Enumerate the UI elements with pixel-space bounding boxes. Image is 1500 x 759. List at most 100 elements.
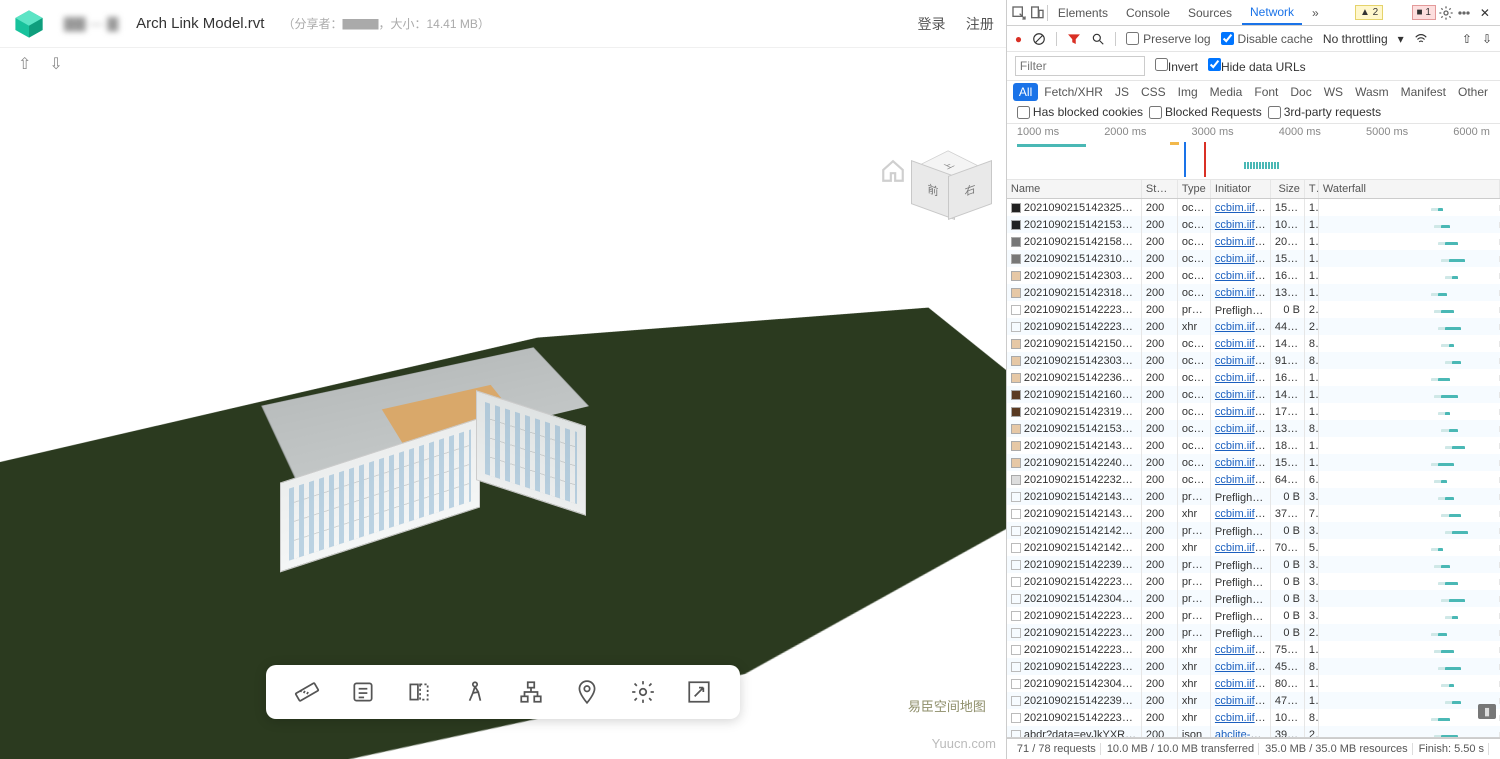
tab-sources[interactable]: Sources — [1180, 2, 1240, 24]
table-row[interactable]: 20210902151423034882_...200octet...ccbim… — [1007, 267, 1500, 284]
building-mesh — [280, 330, 600, 550]
table-row[interactable]: abdr?data=eyJkYXRhIjoiO...200jsonabclite… — [1007, 726, 1500, 738]
table-row[interactable]: 20210902151422393290_...200xhrccbim.iife… — [1007, 692, 1500, 709]
table-header: Name Status Type Initiator Size T Waterf… — [1007, 180, 1500, 199]
type-chip-fetchxhr[interactable]: Fetch/XHR — [1038, 83, 1109, 101]
warnings-badge[interactable]: ▲ 2 — [1355, 5, 1383, 20]
home-icon[interactable] — [880, 158, 906, 189]
type-chip-js[interactable]: JS — [1109, 83, 1135, 101]
view-cube[interactable]: 上 前 右 — [920, 150, 976, 206]
brand-text: ▇▇ — ▇ — [64, 15, 118, 32]
third-party-checkbox[interactable]: 3rd-party requests — [1268, 105, 1381, 119]
invert-checkbox[interactable]: Invert — [1155, 58, 1198, 74]
file-meta: （分享者：▇▇▇，大小：14.41 MB） — [282, 15, 489, 32]
blocked-requests-checkbox[interactable]: Blocked Requests — [1149, 105, 1262, 119]
table-row[interactable]: 20210902151421535881_...200octet...ccbim… — [1007, 420, 1500, 437]
devtools-tabs: Elements Console Sources Network » ▲ 2 ■… — [1007, 0, 1500, 26]
type-chip-ws[interactable]: WS — [1318, 83, 1349, 101]
blocked-cookies-checkbox[interactable]: Has blocked cookies — [1017, 105, 1143, 119]
inspect-icon[interactable] — [1011, 5, 1027, 21]
status-requests: 71 / 78 requests — [1013, 743, 1101, 755]
table-row[interactable]: 20210902151422234103_...200prefl...Prefl… — [1007, 301, 1500, 318]
type-chip-css[interactable]: CSS — [1135, 83, 1172, 101]
table-row[interactable]: 20210902151421609113_...200octet...ccbim… — [1007, 386, 1500, 403]
network-status-bar: 71 / 78 requests 10.0 MB / 10.0 MB trans… — [1007, 738, 1500, 759]
type-chip-other[interactable]: Other — [1452, 83, 1494, 101]
type-chip-font[interactable]: Font — [1248, 83, 1284, 101]
section-icon[interactable] — [406, 679, 432, 705]
properties-icon[interactable] — [350, 679, 376, 705]
table-row[interactable]: 20210902151421431383_...200prefl...Prefl… — [1007, 488, 1500, 505]
table-row[interactable]: 20210902151422236067_...200xhrccbim.iife… — [1007, 709, 1500, 726]
status-transferred: 10.0 MB / 10.0 MB transferred — [1103, 743, 1259, 755]
chevron-down-icon[interactable]: ▾ — [1398, 32, 1404, 46]
table-row[interactable]: 20210902151422367894_...200octet...ccbim… — [1007, 369, 1500, 386]
measure-icon[interactable] — [294, 679, 320, 705]
settings-icon[interactable] — [630, 679, 656, 705]
location-icon[interactable] — [574, 679, 600, 705]
tree-icon[interactable] — [518, 679, 544, 705]
type-chip-wasm[interactable]: Wasm — [1349, 83, 1395, 101]
table-row[interactable]: 20210902151423041722_...200xhrccbim.iife… — [1007, 675, 1500, 692]
disable-cache-checkbox[interactable]: Disable cache — [1221, 32, 1313, 46]
table-row[interactable]: 20210902151421427472_...200prefl...Prefl… — [1007, 522, 1500, 539]
bottom-toolbar — [266, 665, 740, 719]
filter-input[interactable] — [1015, 56, 1145, 76]
network-table[interactable]: Name Status Type Initiator Size T Waterf… — [1007, 180, 1500, 738]
throttling-select[interactable]: No throttling — [1323, 32, 1388, 46]
brand-logo[interactable] — [12, 7, 46, 41]
watermark-map: 易臣空间地图 — [908, 696, 986, 715]
fullscreen-icon[interactable] — [686, 679, 712, 705]
tab-network[interactable]: Network — [1242, 1, 1302, 25]
errors-badge[interactable]: ■ 1 — [1412, 5, 1436, 20]
device-icon[interactable] — [1029, 5, 1045, 21]
table-row[interactable]: 20210902151422405983_...200octet...ccbim… — [1007, 454, 1500, 471]
devtools-panel: Elements Console Sources Network » ▲ 2 ■… — [1006, 0, 1500, 759]
network-timeline[interactable]: 1000 ms2000 ms3000 ms4000 ms5000 ms6000 … — [1007, 124, 1500, 180]
viewport-3d[interactable]: 上 前 右 易臣空间地图 Yuucn.com — [0, 80, 1006, 759]
record-icon[interactable]: ● — [1015, 32, 1022, 46]
table-row[interactable]: 20210902151423032929_...200octet...ccbim… — [1007, 352, 1500, 369]
table-row[interactable]: 20210902151421584702_...200octet...ccbim… — [1007, 233, 1500, 250]
table-row[interactable]: 20210902151423198946_...200octet...ccbim… — [1007, 403, 1500, 420]
network-controls: ● Preserve log Disable cache No throttli… — [1007, 26, 1500, 52]
tab-elements[interactable]: Elements — [1050, 2, 1116, 24]
type-chip-media[interactable]: Media — [1204, 83, 1249, 101]
scroll-tooltip: ▮ — [1478, 704, 1496, 719]
gear-icon[interactable] — [1438, 5, 1454, 21]
login-link[interactable]: 登录 — [917, 16, 945, 32]
network-config-icon[interactable] — [1414, 32, 1428, 46]
table-row[interactable]: 20210902151422235087_...200xhrccbim.iife… — [1007, 641, 1500, 658]
clear-icon[interactable] — [1032, 32, 1046, 46]
type-chip-all[interactable]: All — [1013, 83, 1038, 101]
register-link[interactable]: 注册 — [966, 16, 994, 32]
close-icon[interactable]: ✕ — [1474, 6, 1496, 20]
table-row[interactable]: 20210902151421430404_...200octet...ccbim… — [1007, 437, 1500, 454]
tabs-more[interactable]: » — [1304, 2, 1327, 24]
import-icon[interactable]: ⇧ — [1462, 32, 1472, 46]
tab-console[interactable]: Console — [1118, 2, 1178, 24]
table-row[interactable]: 20210902151422237037_...200prefl...Prefl… — [1007, 624, 1500, 641]
preserve-log-checkbox[interactable]: Preserve log — [1126, 32, 1210, 46]
table-row[interactable]: 20210902151423259487_...200octet...ccbim… — [1007, 199, 1500, 216]
dock-icon[interactable] — [1456, 5, 1472, 21]
table-row[interactable]: 20210902151421502670_...200octet...ccbim… — [1007, 335, 1500, 352]
table-row[interactable]: 20210902151422237037_...200xhrccbim.iife… — [1007, 658, 1500, 675]
upload-icon[interactable]: ⇧ — [18, 54, 31, 74]
table-row[interactable]: 20210902151423109104_...200octet...ccbim… — [1007, 250, 1500, 267]
download-icon[interactable]: ⇩ — [49, 54, 62, 74]
table-row[interactable]: 20210902151422234103_...200xhrccbim.iife… — [1007, 318, 1500, 335]
table-row[interactable]: 20210902151421531963_...200octet...ccbim… — [1007, 216, 1500, 233]
export-icon[interactable]: ⇩ — [1482, 32, 1492, 46]
status-resources: 35.0 MB / 35.0 MB resources — [1261, 743, 1412, 755]
filter-row: Invert Hide data URLs — [1007, 52, 1500, 81]
type-chip-doc[interactable]: Doc — [1284, 83, 1317, 101]
hide-dataurls-checkbox[interactable]: Hide data URLs — [1208, 58, 1306, 74]
type-chip-manifest[interactable]: Manifest — [1395, 83, 1452, 101]
search-icon[interactable] — [1091, 32, 1105, 46]
filter-icon[interactable] — [1067, 32, 1081, 46]
model-viewer: ▇▇ — ▇ Arch Link Model.rvt （分享者：▇▇▇，大小：1… — [0, 0, 1006, 759]
type-chip-img[interactable]: Img — [1172, 83, 1204, 101]
walk-icon[interactable] — [462, 679, 488, 705]
sub-toolbar: ⇧ ⇩ — [0, 48, 1006, 80]
